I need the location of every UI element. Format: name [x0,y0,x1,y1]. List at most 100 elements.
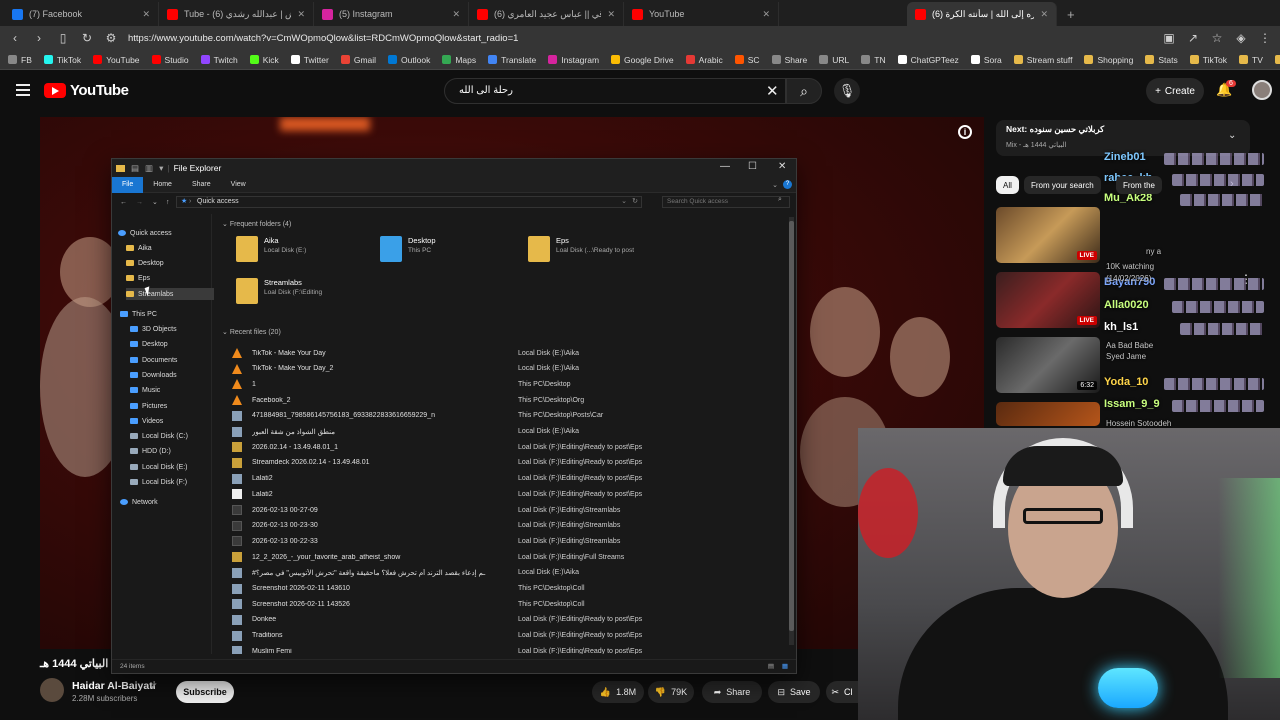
extension-icon[interactable]: ▣ [1162,31,1176,45]
bookmark-item[interactable]: Shopping [1084,55,1133,65]
bookmark-item[interactable]: Kick [249,55,279,65]
recent-file-row[interactable]: Lalati2 Loal Disk (F:)\Editing\Ready to p… [216,487,776,501]
bookmark-item[interactable]: Sora [970,55,1002,65]
browser-tab[interactable]: اجمل ساقي || عباس عجيد العامري (6) ✕ [469,2,624,26]
recent-file-row[interactable]: TikTok - Make Your Day Local Disk (E:)\Ai… [216,346,776,360]
bookmark-item[interactable]: Stats [1145,55,1178,65]
more-options-icon[interactable]: ⋮ [1240,272,1252,286]
nav-item[interactable]: Pictures [130,400,167,412]
nav-item[interactable]: Streamlabs [126,288,214,300]
bookmark-item[interactable]: YouTube [93,55,140,65]
bookmark-item[interactable]: Translate [488,55,536,65]
up-arrow-icon[interactable]: ↑ [166,199,170,206]
frequent-folder-tile[interactable]: Eps Loal Disk (...\Ready to post [528,236,678,266]
frequent-folder-tile[interactable]: Streamlabs Loal Disk (F:\Editing [236,278,386,308]
frequent-folders-header[interactable]: Frequent folders (4) [222,220,291,228]
bookmark-item[interactable]: Stream stuff [1013,55,1072,65]
explorer-title-bar[interactable]: ▤ ▥ ▾ | File Explorer — ☐ ✕ [112,159,796,177]
bookmark-item[interactable]: SC [734,55,760,65]
bookmark-item[interactable]: Gmail [340,55,376,65]
nav-item[interactable]: Downloads [130,369,177,381]
nav-item[interactable]: Local Disk (F:) [130,476,187,488]
star-icon[interactable]: ☆ [1210,31,1224,45]
recent-file-row[interactable]: #ـم إدعاء بقصد الترند أم تحرش فعلا؟ ماحق… [216,566,776,580]
bookmark-item[interactable]: Maps [442,55,476,65]
bookmark-item[interactable]: Instagram [548,55,599,65]
url-field[interactable]: https://www.youtube.com/watch?v=CmWOpmoQ… [128,33,1152,44]
clip-button[interactable]: ✂ Cl [826,681,858,703]
voice-search-button[interactable]: 🎙 [834,78,860,104]
browser-tab[interactable]: (5) Instagram ✕ [314,2,469,26]
details-view-icon[interactable]: ▤ [768,660,774,674]
ribbon-tab-share[interactable]: Share [182,177,221,193]
frequent-folder-tile[interactable]: Aika Local Disk (E:) [236,236,386,266]
related-video-thumbnail[interactable]: 6:32 [996,337,1100,393]
bookmark-item[interactable]: URL [819,55,849,65]
address-path[interactable]: ★ › Quick access ⌄ ↻ [176,196,642,208]
recent-file-row[interactable]: 12_2_2026_-_your_favorite_arab_atheist_s… [216,550,776,564]
hamburger-menu-icon[interactable] [16,84,30,96]
explorer-search-input[interactable]: Search Quick access [662,196,790,208]
bookmark-item[interactable]: Twitter [290,55,329,65]
youtube-logo[interactable]: YouTube [44,82,129,99]
recent-file-row[interactable]: 2026-02-13 00-22-33 Loal Disk (F:)\Editin… [216,534,776,548]
ribbon-tab-home[interactable]: Home [143,177,182,193]
forward-arrow-icon[interactable]: → [136,199,143,206]
recent-file-row[interactable]: 1 This PC\Desktop [216,377,776,391]
recent-file-row[interactable]: TikTok - Make Your Day_2 Local Disk (E:)\… [216,362,776,376]
nav-item[interactable]: Local Disk (C:) [130,430,188,442]
clear-search-icon[interactable]: ✕ [766,82,779,100]
nav-item[interactable]: Eps [126,272,150,284]
bookmark-item[interactable]: Share [771,55,807,65]
recent-file-row[interactable]: 471884981_798586145756183_69338228336166… [216,409,776,423]
channel-avatar[interactable] [40,678,64,702]
bookmark-item[interactable]: Twitch [200,55,238,65]
profile-menu-icon[interactable]: ⋮ [1258,31,1272,45]
bookmark-item[interactable]: TikTok [1189,55,1227,65]
bookmark-item[interactable]: Outlook [388,55,430,65]
tab-close-icon[interactable]: ✕ [1040,9,1048,20]
related-video-thumbnail[interactable] [996,402,1100,426]
nav-item[interactable]: Desktop [126,257,164,269]
bookmark-item[interactable]: ChatGPTeez [897,55,959,65]
nav-item[interactable]: Videos [130,415,163,427]
recent-locations-icon[interactable]: ⌄ [152,198,158,206]
explorer-scrollbar[interactable] [789,217,794,645]
recent-file-row[interactable]: Facebook_2 This PC\Desktop\Org [216,393,776,407]
tab-close-icon[interactable]: ✕ [607,9,615,20]
site-info-icon[interactable]: ⚙ [104,31,118,45]
filter-chip[interactable]: From the [1116,176,1163,194]
search-input[interactable]: رحلة الى الله [444,78,786,104]
recent-file-row[interactable]: Screenshot 2026-02-11 143610 This PC\Desk… [216,582,776,596]
nav-item[interactable]: Quick access [118,227,172,239]
related-video-thumbnail[interactable]: LIVE [996,272,1100,328]
bookmark-item[interactable]: TV [1239,55,1263,65]
related-video-thumbnail[interactable]: LIVE [996,207,1100,263]
bookmark-icon[interactable]: ▯ [56,31,70,45]
recent-file-row[interactable]: Muslim Femi Loal Disk (F:)\Editing\Ready … [216,644,776,654]
tab-close-icon[interactable]: ✕ [142,9,150,20]
browser-tab[interactable]: Tube - تبرير التحرش | عبدالله رشدي (6) ✕ [159,2,314,26]
nav-item[interactable]: Documents [130,354,177,366]
recent-file-row[interactable]: 2026.02.14 - 13.49.48.01_1 Loal Disk (F:)… [216,440,776,454]
recent-file-row[interactable]: Donkee Loal Disk (F:)\Editing\Ready to po… [216,613,776,627]
dislike-button[interactable]: 👎 79K [648,681,694,703]
tab-close-icon[interactable]: ✕ [297,9,305,20]
subscribe-button[interactable]: Subscribe [176,681,234,703]
nav-item[interactable]: HDD (D:) [130,445,171,457]
quick-access-dropdown-icon[interactable]: ▾ [159,163,163,174]
help-icon[interactable]: ? [783,180,792,189]
info-icon[interactable]: i [958,125,972,139]
nav-item[interactable]: Aika [126,242,152,254]
refresh-icon[interactable]: ↻ [632,197,638,207]
extensions-menu-icon[interactable]: ◈ [1234,31,1248,45]
tab-close-icon[interactable]: ✕ [762,9,770,20]
nav-item[interactable]: This PC [120,308,157,320]
path-dropdown-icon[interactable]: ⌄ [621,197,627,207]
expand-ribbon-icon[interactable]: ⌄ [772,181,778,189]
bookmark-item[interactable]: Google Drive [611,55,674,65]
recent-files-header[interactable]: Recent files (20) [222,328,281,336]
save-button[interactable]: ⊟ Save [768,681,820,703]
create-button[interactable]: + Create [1146,78,1204,104]
browser-tab[interactable]: (6) سفره إلى الله | سأنته الكرة ✕ [907,2,1057,26]
